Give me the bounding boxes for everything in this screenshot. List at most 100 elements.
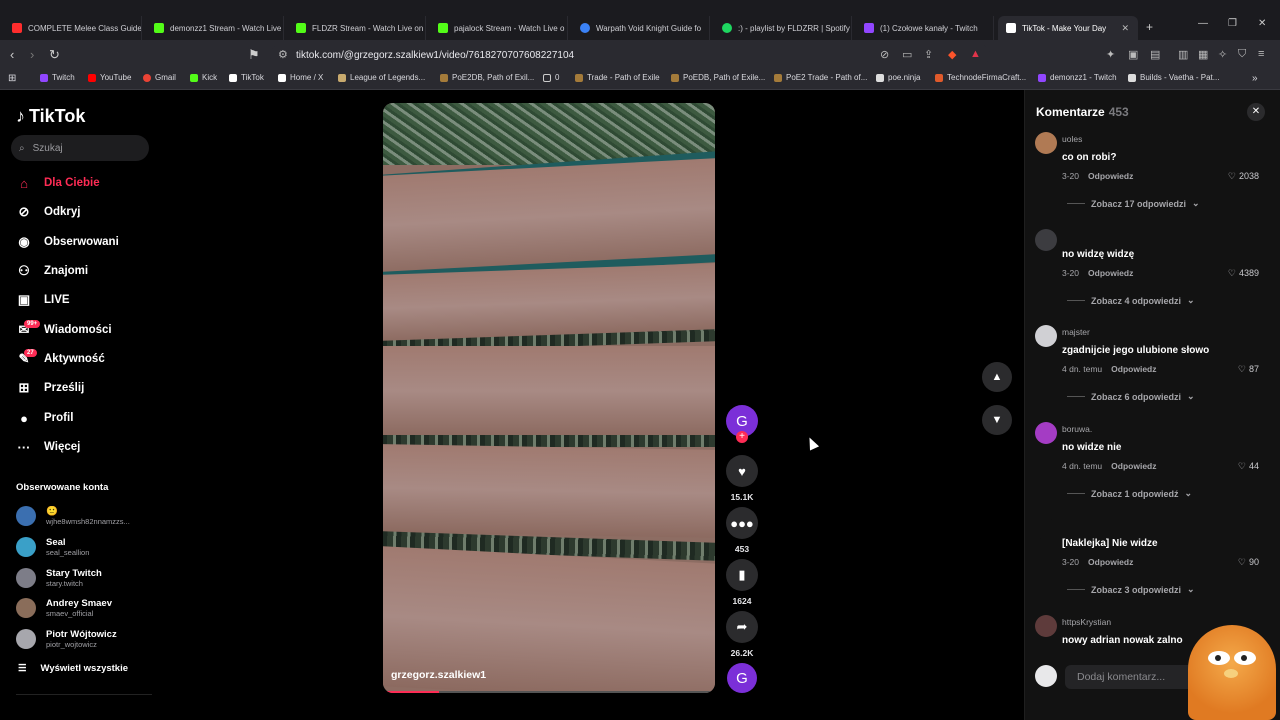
- view-replies-button[interactable]: Zobacz 1 odpowiedź ⌄: [1067, 488, 1192, 499]
- extensions-icon[interactable]: ✦: [1106, 48, 1115, 61]
- leo-ai-icon[interactable]: ✧: [1218, 48, 1227, 61]
- browser-tab[interactable]: COMPLETE Melee Class Guide f: [4, 16, 142, 40]
- followed-account[interactable]: 🙂 wjhe8wmsh82nnamzzs...: [16, 504, 156, 528]
- view-replies-button[interactable]: Zobacz 3 odpowiedzi ⌄: [1067, 584, 1195, 595]
- bookmark-icon[interactable]: ⚑: [248, 47, 260, 63]
- reply-button[interactable]: Odpowiedz: [1088, 557, 1133, 567]
- browser-tab[interactable]: :) - playlist by FLDZRR | Spotify: [714, 16, 852, 40]
- comment-like-button[interactable]: ♡ 87: [1238, 364, 1259, 375]
- avatar[interactable]: [1035, 422, 1057, 444]
- site-info-icon[interactable]: ⚙: [278, 48, 288, 61]
- video-progress-bar[interactable]: [383, 691, 715, 693]
- sound-avatar[interactable]: G: [727, 663, 757, 693]
- minimize-icon[interactable]: —: [1198, 18, 1208, 29]
- nav-live[interactable]: ▣ LIVE: [16, 288, 156, 312]
- vpn-icon[interactable]: ⛉: [1238, 48, 1246, 61]
- bookmark-item[interactable]: Builds - Vaetha - Pat...: [1128, 73, 1219, 82]
- close-tab-icon[interactable]: ✕: [1121, 23, 1129, 34]
- browser-tab-active[interactable]: TikTok - Make Your Day ✕: [998, 16, 1138, 40]
- bookmark-item[interactable]: League of Legends...: [338, 73, 425, 82]
- comment-like-button[interactable]: ♡ 90: [1238, 557, 1259, 568]
- view-replies-button[interactable]: Zobacz 4 odpowiedzi ⌄: [1067, 295, 1195, 306]
- avatar[interactable]: [1035, 132, 1057, 154]
- bookmark-item[interactable]: Kick: [190, 73, 217, 82]
- previous-video-button[interactable]: ▲: [982, 362, 1012, 392]
- close-comments-button[interactable]: ✕: [1247, 103, 1265, 121]
- view-replies-button[interactable]: Zobacz 6 odpowiedzi ⌄: [1067, 391, 1195, 402]
- comment-like-button[interactable]: ♡ 4389: [1228, 268, 1259, 279]
- nav-more[interactable]: ··· Więcej: [16, 435, 156, 459]
- bookmark-item[interactable]: PoE2DB, Path of Exil...: [440, 73, 534, 82]
- comment-like-button[interactable]: ♡ 44: [1238, 461, 1259, 472]
- bookmark-folder[interactable]: 0: [543, 73, 559, 82]
- followed-account[interactable]: Seal seal_seallion: [16, 535, 156, 559]
- bookmark-item[interactable]: YouTube: [88, 73, 131, 82]
- search-input[interactable]: ⌕ Szukaj: [11, 135, 149, 161]
- view-replies-button[interactable]: Zobacz 17 odpowiedzi ⌄: [1067, 198, 1200, 209]
- save-button[interactable]: ▮: [726, 559, 758, 591]
- nav-for-you[interactable]: ⌂ Dla Ciebie: [16, 171, 156, 195]
- browser-tab[interactable]: Warpath Void Knight Guide fo: [572, 16, 710, 40]
- bookmark-item[interactable]: poe.ninja: [876, 73, 920, 82]
- nav-following[interactable]: ◉ Obserwowani: [16, 230, 156, 254]
- like-button[interactable]: ♥: [726, 455, 758, 487]
- reply-button[interactable]: Odpowiedz: [1111, 461, 1156, 471]
- followed-account[interactable]: Stary Twitch stary.twitch: [16, 566, 156, 590]
- avatar[interactable]: [1035, 615, 1057, 637]
- wallet-icon[interactable]: ▦: [1198, 48, 1208, 61]
- bookmark-item[interactable]: TikTok: [229, 73, 264, 82]
- bookmark-item[interactable]: Twitch: [40, 73, 75, 82]
- comment-like-button[interactable]: ♡ 2038: [1228, 171, 1259, 182]
- back-icon[interactable]: ‹: [10, 47, 14, 62]
- cast-icon[interactable]: ▭: [902, 48, 912, 61]
- bookmark-item[interactable]: demonzz1 - Twitch: [1038, 73, 1117, 82]
- show-all-accounts[interactable]: ☰ Wyświetl wszystkie: [18, 663, 128, 674]
- bookmark-item[interactable]: Gmail: [143, 73, 176, 82]
- nav-friends[interactable]: ⚇ Znajomi: [16, 259, 156, 283]
- nav-profile[interactable]: ● Profil: [16, 406, 156, 430]
- followed-account[interactable]: Piotr Wójtowicz piotr_wojtowicz: [16, 627, 156, 651]
- followed-account[interactable]: Andrey Smaev smaev_official: [16, 596, 156, 620]
- reply-button[interactable]: Odpowiedz: [1088, 171, 1133, 181]
- browser-tab[interactable]: FLDZR Stream - Watch Live on: [288, 16, 426, 40]
- browser-tab[interactable]: demonzz1 Stream - Watch Live: [146, 16, 284, 40]
- brave-shield-icon[interactable]: ◆: [948, 48, 956, 61]
- screenshot-icon[interactable]: ▣: [1128, 48, 1138, 61]
- bookmark-item[interactable]: Trade - Path of Exile: [575, 73, 660, 82]
- tiktok-logo[interactable]: ♪ TikTok: [16, 106, 85, 127]
- nav-messages[interactable]: ✉ 99+ Wiadomości: [16, 318, 156, 342]
- browser-tab[interactable]: (1) Czołowe kanały - Twitch: [856, 16, 994, 40]
- nav-activity[interactable]: ✎ 27 Aktywność: [16, 347, 156, 371]
- avatar[interactable]: [1035, 325, 1057, 347]
- browser-tab[interactable]: pajalock Stream - Watch Live o: [430, 16, 568, 40]
- block-icon[interactable]: ⊘: [880, 48, 889, 61]
- avatar[interactable]: [1035, 229, 1057, 251]
- next-video-button[interactable]: ▼: [982, 405, 1012, 435]
- brave-rewards-icon[interactable]: ▲: [970, 48, 981, 60]
- reply-button[interactable]: Odpowiedz: [1088, 268, 1133, 278]
- sidebar-toggle-icon[interactable]: ▤: [1150, 48, 1160, 61]
- forward-icon[interactable]: ›: [30, 47, 34, 62]
- comment-button[interactable]: ●●●: [726, 507, 758, 539]
- close-window-icon[interactable]: ✕: [1258, 18, 1266, 29]
- bookmark-item[interactable]: PoEDB, Path of Exile...: [671, 73, 765, 82]
- video-author[interactable]: grzegorz.szalkiew1: [391, 669, 486, 681]
- share-icon[interactable]: ⇪: [924, 48, 933, 61]
- bookmark-item[interactable]: Home / X: [278, 73, 323, 82]
- avatar[interactable]: [1035, 518, 1057, 540]
- new-tab-icon[interactable]: +: [1146, 20, 1153, 34]
- follow-plus-icon[interactable]: +: [736, 431, 748, 443]
- more-bookmarks-icon[interactable]: »: [1252, 73, 1258, 84]
- restore-icon[interactable]: ❐: [1228, 18, 1237, 29]
- bookmark-item[interactable]: TechnodeFirmaCraft...: [935, 73, 1026, 82]
- nav-explore[interactable]: ⊘ Odkryj: [16, 200, 156, 224]
- split-view-icon[interactable]: ▥: [1178, 48, 1188, 61]
- reply-button[interactable]: Odpowiedz: [1111, 364, 1156, 374]
- apps-icon[interactable]: ⊞: [8, 73, 16, 84]
- share-button[interactable]: ➦: [726, 611, 758, 643]
- video-player[interactable]: grzegorz.szalkiew1: [383, 103, 715, 693]
- reload-icon[interactable]: ↻: [49, 47, 60, 63]
- bookmark-item[interactable]: PoE2 Trade - Path of...: [774, 73, 867, 82]
- menu-icon[interactable]: ≡: [1258, 48, 1264, 60]
- nav-upload[interactable]: ⊞ Prześlij: [16, 376, 156, 400]
